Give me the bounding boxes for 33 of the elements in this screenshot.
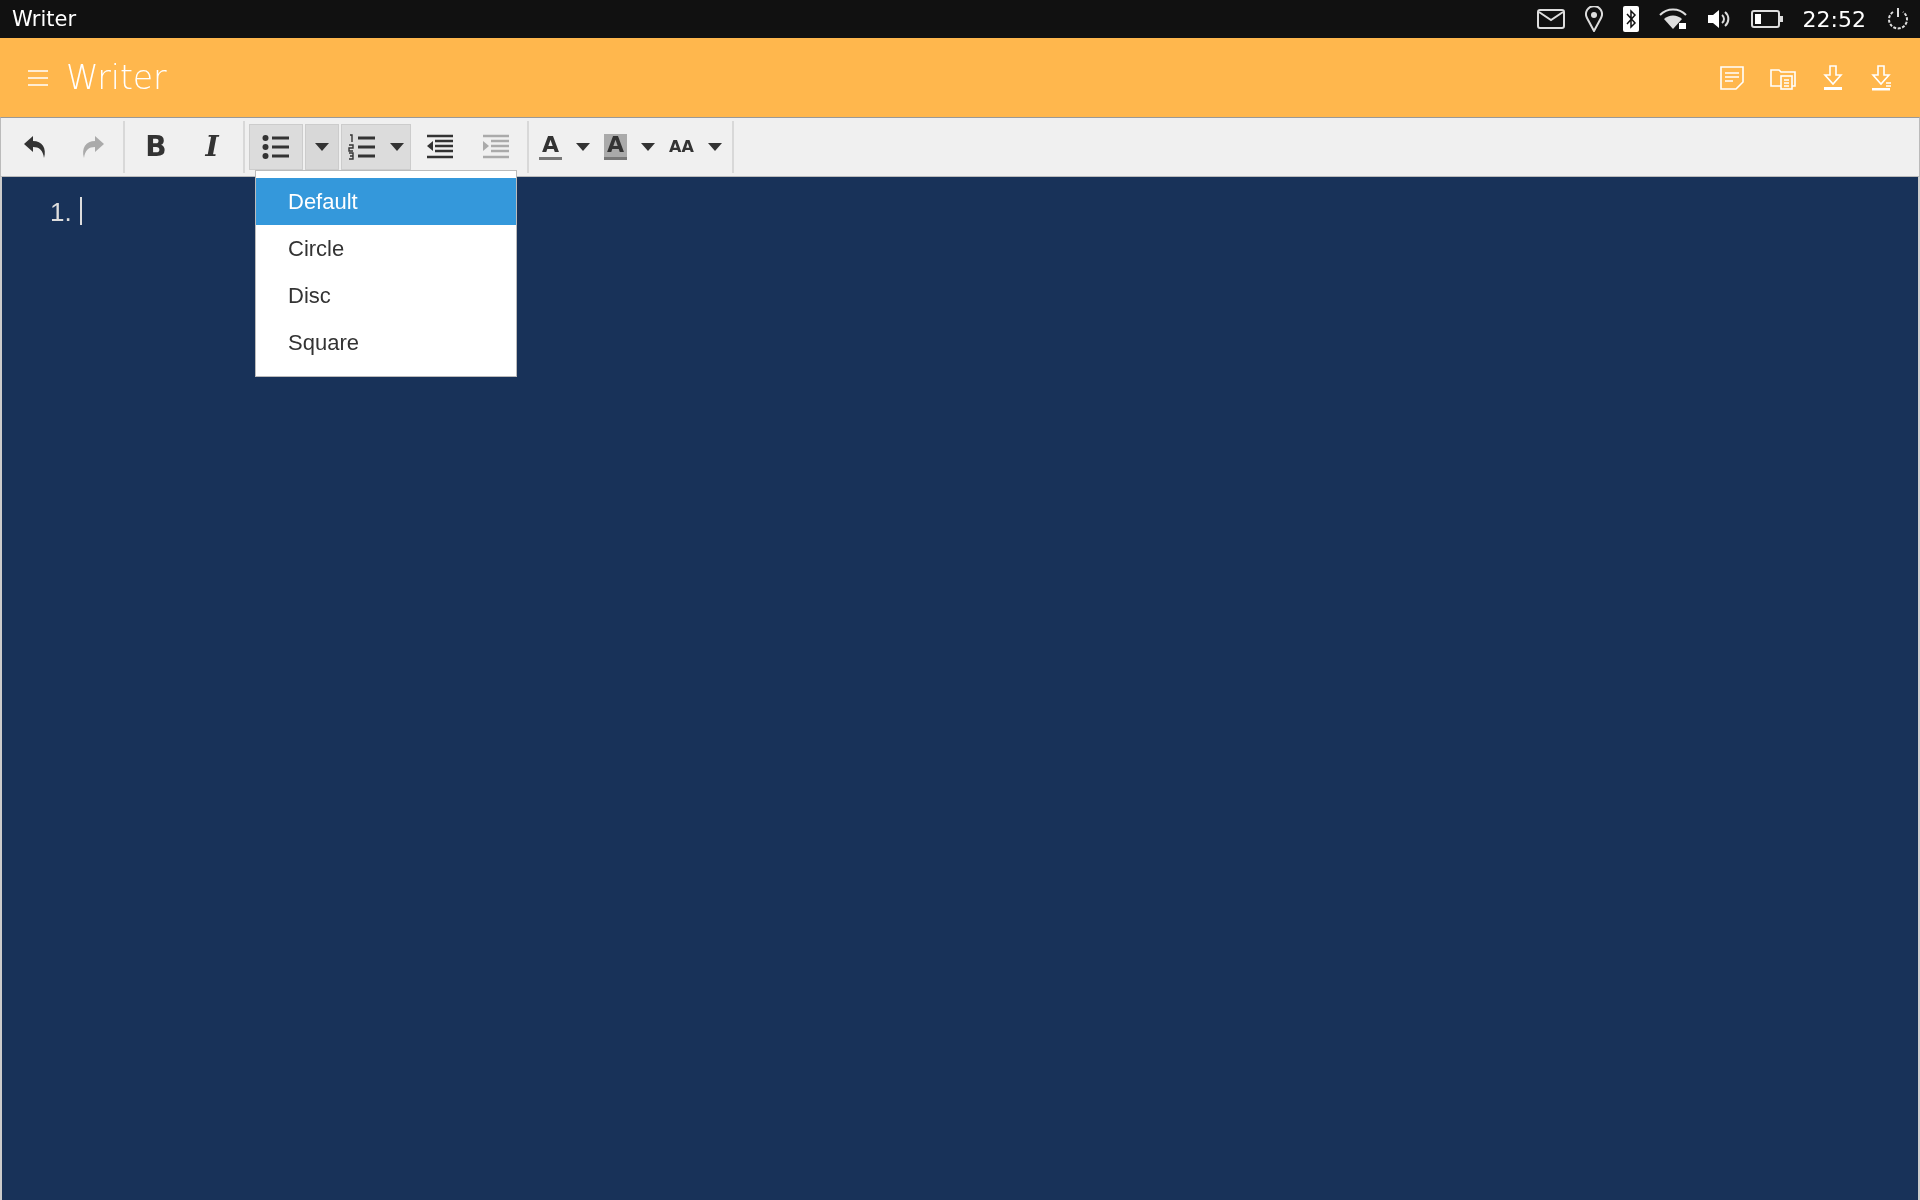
download-list-icon — [1870, 64, 1892, 91]
mail-icon[interactable] — [1536, 9, 1565, 29]
dropdown-button[interactable] — [305, 124, 339, 170]
battery-icon[interactable] — [1750, 10, 1783, 28]
outdent-icon — [426, 134, 454, 160]
caret-icon — [390, 143, 404, 151]
download-icon — [1822, 64, 1844, 91]
menu-icon — [28, 69, 48, 86]
font-color-button[interactable]: A — [533, 124, 597, 170]
caret-icon — [641, 143, 656, 151]
caret-icon — [707, 143, 722, 151]
bold-button[interactable]: B — [129, 124, 183, 170]
numbered-list-button[interactable] — [341, 124, 411, 170]
app-name: Writer — [12, 7, 78, 31]
location-pin-icon[interactable] — [1584, 6, 1603, 32]
note-icon — [1720, 65, 1744, 90]
font-size-button[interactable]: AA — [663, 124, 728, 170]
numbered-list-icon — [348, 134, 376, 160]
power-icon[interactable] — [1886, 7, 1910, 31]
highlight-button[interactable]: A — [598, 124, 662, 170]
list-marker: 1. — [50, 197, 72, 228]
bullet-list-icon — [262, 134, 290, 160]
clock-time: 22:52 — [1802, 6, 1866, 32]
italic-button[interactable]: I — [185, 124, 239, 170]
caret-icon — [576, 143, 591, 151]
bluetooth-icon[interactable] — [1622, 6, 1639, 32]
bullet-list-button[interactable] — [249, 124, 303, 170]
text-cursor — [79, 197, 82, 225]
wifi-icon[interactable] — [1658, 8, 1687, 30]
page-title: Writer — [66, 58, 168, 97]
indent-icon — [482, 134, 510, 160]
speaker-icon[interactable] — [1706, 8, 1731, 30]
caret-icon — [315, 143, 329, 151]
